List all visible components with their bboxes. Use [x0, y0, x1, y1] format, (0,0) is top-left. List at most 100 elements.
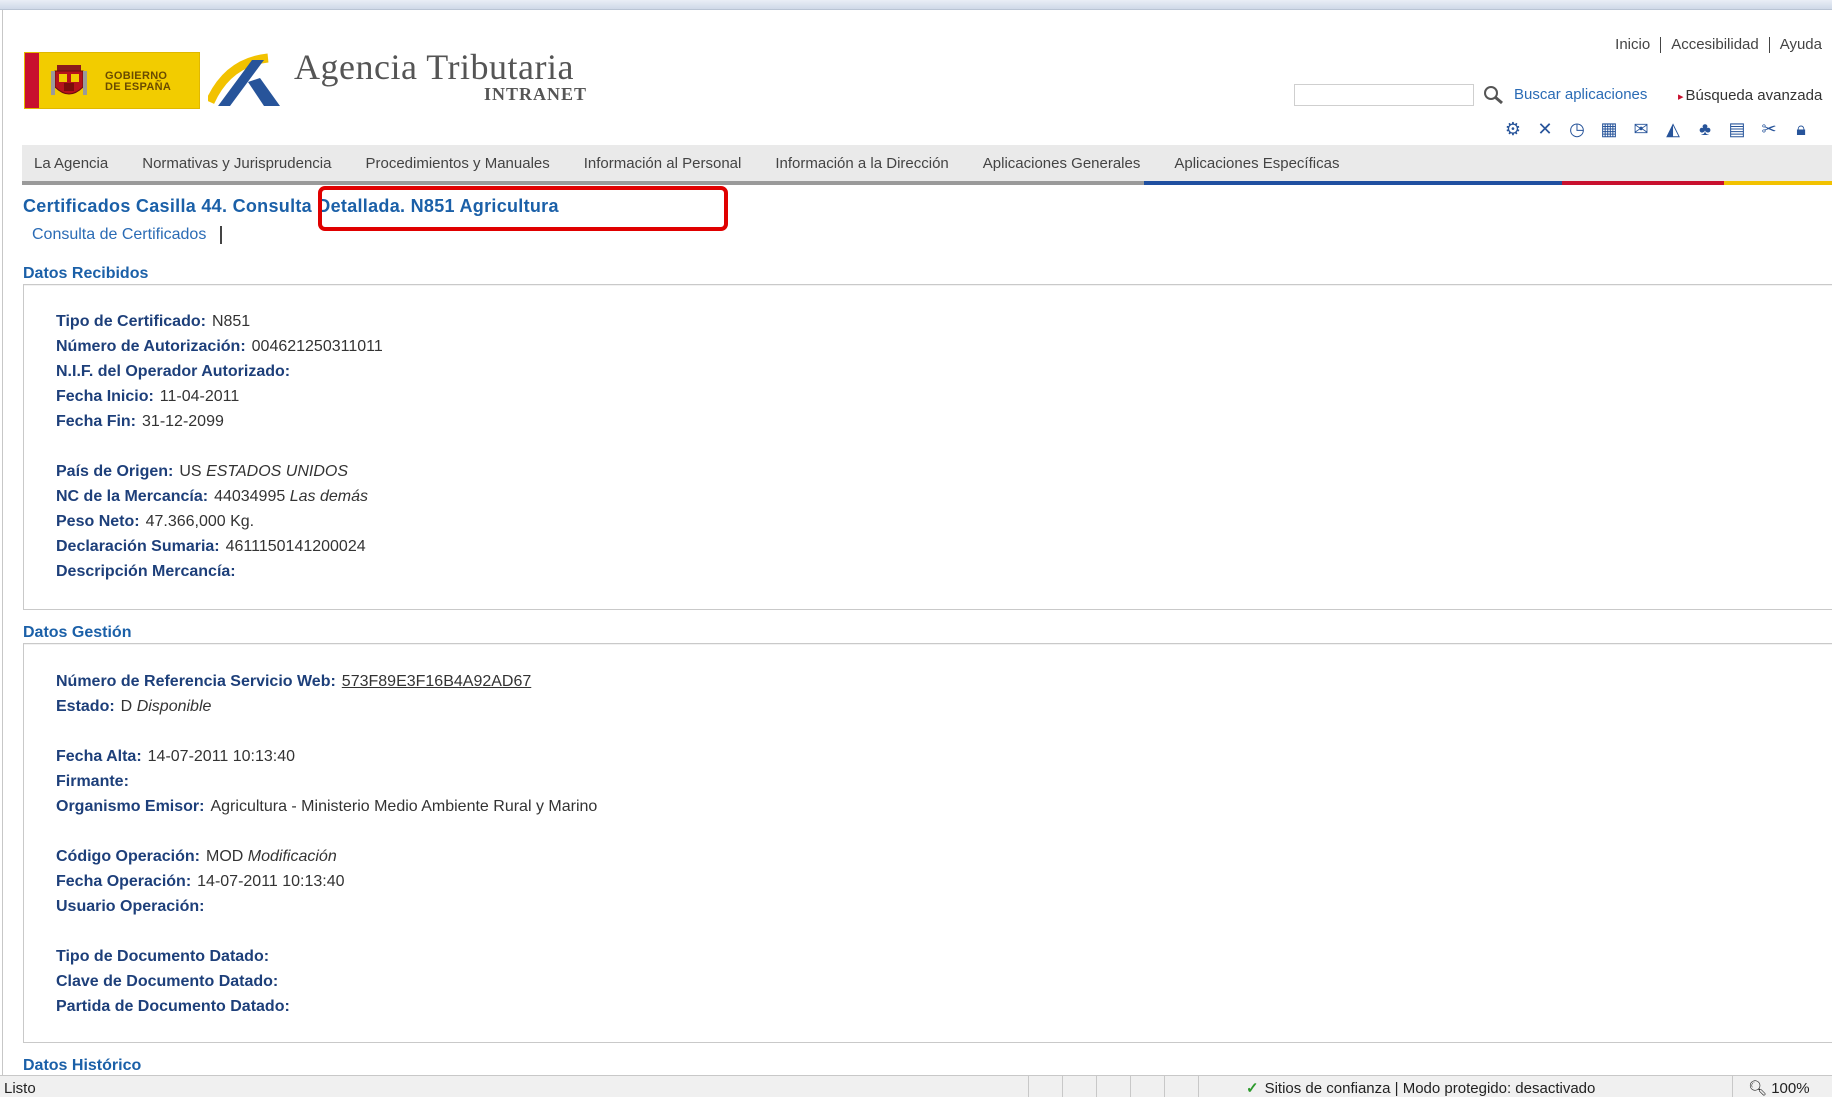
- tree-icon[interactable]: ♣: [1692, 116, 1718, 142]
- status-cell: [1130, 1076, 1164, 1097]
- nav-item-la-agencia[interactable]: La Agencia: [22, 155, 125, 172]
- tools-icon[interactable]: ✂: [1756, 116, 1782, 142]
- flag-yellow-stripe: [39, 53, 45, 108]
- security-zone[interactable]: ✓ Sitios de confianza | Modo protegido: d…: [1246, 1079, 1595, 1097]
- link-ayuda[interactable]: Ayuda: [1780, 36, 1822, 53]
- field-label: Estado:: [56, 698, 115, 715]
- security-zone-text: Sitios de confianza | Modo protegido: de…: [1264, 1080, 1596, 1097]
- top-links: Inicio Accesibilidad Ayuda: [1615, 36, 1822, 54]
- reference-number-link[interactable]: 573F89E3F16B4A92AD67: [342, 673, 531, 690]
- field-label: Fecha Fin:: [56, 413, 137, 430]
- field-value: N851: [211, 313, 251, 330]
- nav-item-aplicaciones-generales[interactable]: Aplicaciones Generales: [966, 155, 1158, 172]
- lock-icon[interactable]: 🔒︎: [1788, 116, 1814, 142]
- field-code: MOD: [206, 848, 244, 865]
- check-icon: ✓: [1246, 1080, 1259, 1097]
- advanced-search-link[interactable]: Búsqueda avanzada: [1678, 87, 1823, 104]
- panel-datos-gestion: [23, 643, 1832, 1043]
- field-label: Usuario Operación:: [56, 898, 205, 915]
- section-title-datos-recibidos: Datos Recibidos: [23, 265, 149, 282]
- field-label: Tipo de Certificado:: [56, 313, 206, 330]
- status-separator: [1732, 1076, 1733, 1097]
- status-cells: [1028, 1076, 1232, 1097]
- field-label: Número de Autorización:: [56, 338, 246, 355]
- search-icon[interactable]: [1482, 84, 1506, 106]
- field-numero-referencia: Número de Referencia Servicio Web: 573F89…: [56, 673, 531, 691]
- field-firmante: Firmante:: [56, 773, 135, 791]
- nav-accent-yellow: [1724, 181, 1832, 185]
- flag-red-stripe: [25, 53, 39, 108]
- browser-status-bar: Listo ✓ Sitios de confianza | Modo proteg…: [0, 1075, 1832, 1097]
- field-label: Fecha Inicio:: [56, 388, 154, 405]
- zoom-level: 100%: [1771, 1080, 1810, 1097]
- gobierno-espana-logo[interactable]: GOBIERNO DE ESPAÑA: [24, 52, 200, 109]
- field-peso-neto: Peso Neto: 47.366,000 Kg.: [56, 513, 254, 531]
- field-value: Modificación: [247, 848, 337, 865]
- field-fecha-fin: Fecha Fin: 31-12-2099: [56, 413, 224, 431]
- settings-icon[interactable]: ⚙: [1500, 116, 1526, 142]
- field-value: 4611150141200024: [225, 538, 366, 555]
- field-label: NC de la Mercancía:: [56, 488, 209, 505]
- field-label: Declaración Sumaria:: [56, 538, 220, 555]
- field-label: Fecha Operación:: [56, 873, 192, 890]
- separator: [1660, 37, 1662, 54]
- field-code: US: [179, 463, 202, 480]
- nav-item-normativas[interactable]: Normativas y Jurisprudencia: [125, 155, 348, 172]
- field-clave-documento-datado: Clave de Documento Datado:: [56, 973, 284, 991]
- panel-datos-recibidos: [23, 284, 1832, 610]
- gobierno-text: GOBIERNO DE ESPAÑA: [105, 71, 171, 93]
- field-fecha-alta: Fecha Alta: 14-07-2011 10:13:40: [56, 748, 295, 766]
- aeat-app-icon-2[interactable]: ◭: [1660, 116, 1686, 142]
- field-label: Firmante:: [56, 773, 129, 790]
- aeat-app-icon[interactable]: ✕: [1532, 116, 1558, 142]
- browser-top-edge: [0, 0, 1832, 10]
- highlight-annotation: [318, 186, 728, 231]
- nav-item-aplicaciones-especificas[interactable]: Aplicaciones Específicas: [1157, 155, 1356, 172]
- separator: [1768, 37, 1770, 54]
- browser-window: GOBIERNO DE ESPAÑA Agencia Tributaria IN…: [0, 0, 1832, 1097]
- search-apps-button[interactable]: Buscar aplicaciones: [1514, 86, 1647, 103]
- main-nav: La Agencia Normativas y Jurisprudencia P…: [22, 145, 1832, 185]
- field-tipo-documento-datado: Tipo de Documento Datado:: [56, 948, 275, 966]
- field-label: Número de Referencia Servicio Web:: [56, 673, 336, 690]
- search-input[interactable]: [1294, 84, 1474, 106]
- field-code: D: [120, 698, 133, 715]
- nav-item-procedimientos[interactable]: Procedimientos y Manuales: [348, 155, 566, 172]
- nav-item-informacion-direccion[interactable]: Información a la Dirección: [758, 155, 965, 172]
- status-text: Listo: [4, 1080, 36, 1097]
- mail-icon[interactable]: ✉: [1628, 116, 1654, 142]
- field-nc-mercancia: NC de la Mercancía: 44034995 Las demás: [56, 488, 368, 506]
- document-icon[interactable]: ▤: [1724, 116, 1750, 142]
- field-fecha-inicio: Fecha Inicio: 11-04-2011: [56, 388, 239, 406]
- field-label: Tipo de Documento Datado:: [56, 948, 270, 965]
- field-pais-origen: País de Origen: US ESTADOS UNIDOS: [56, 463, 348, 481]
- field-value: 14-07-2011 10:13:40: [147, 748, 296, 765]
- toolbar-icons: ⚙ ✕ ◷ ▦ ✉ ◭ ♣ ▤ ✂ 🔒︎: [1500, 116, 1814, 144]
- field-codigo-operacion: Código Operación: MOD Modificación: [56, 848, 337, 866]
- coat-of-arms-icon: [51, 65, 87, 95]
- aeat-logo-icon[interactable]: [208, 52, 288, 108]
- status-cell: [1062, 1076, 1096, 1097]
- zoom-control[interactable]: 🔍︎ 100%: [1748, 1079, 1810, 1097]
- nav-item-informacion-personal[interactable]: Información al Personal: [567, 155, 759, 172]
- field-label: N.I.F. del Operador Autorizado:: [56, 363, 291, 380]
- link-inicio[interactable]: Inicio: [1615, 36, 1650, 53]
- field-value: ESTADOS UNIDOS: [206, 463, 349, 480]
- status-cell: [1096, 1076, 1130, 1097]
- field-descripcion-mercancia: Descripción Mercancía:: [56, 563, 242, 581]
- status-cell: [1028, 1076, 1062, 1097]
- clock-icon[interactable]: ◷: [1564, 116, 1590, 142]
- field-tipo-certificado: Tipo de Certificado: N851: [56, 313, 250, 331]
- status-cell: [1198, 1076, 1232, 1097]
- field-value: Disponible: [136, 698, 212, 715]
- field-value: 004621250311011: [251, 338, 383, 355]
- status-cell: [1164, 1076, 1198, 1097]
- field-usuario-operacion: Usuario Operación:: [56, 898, 210, 916]
- field-value: 11-04-2011: [159, 388, 240, 405]
- grid-icon[interactable]: ▦: [1596, 116, 1622, 142]
- breadcrumb-consulta-link[interactable]: Consulta de Certificados: [32, 226, 206, 243]
- link-accesibilidad[interactable]: Accesibilidad: [1671, 36, 1759, 53]
- agency-subtitle: INTRANET: [484, 84, 588, 104]
- gobierno-line2: DE ESPAÑA: [105, 81, 172, 93]
- field-partida-documento-datado: Partida de Documento Datado:: [56, 998, 296, 1016]
